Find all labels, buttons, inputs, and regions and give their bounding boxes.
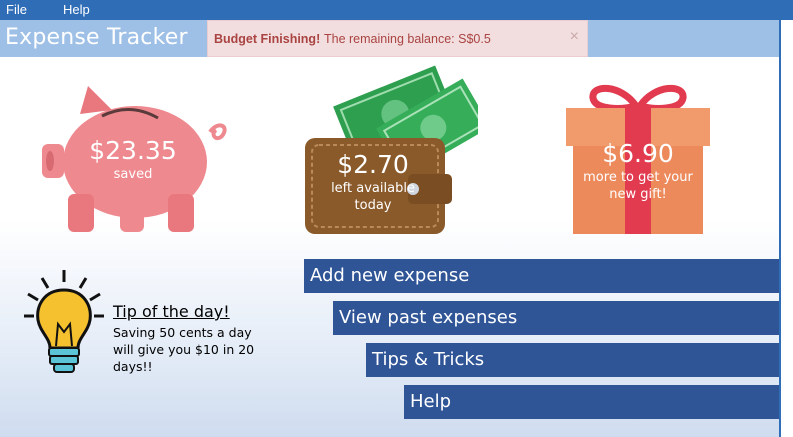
alert-message: The remaining balance: S$0.5 (324, 32, 491, 46)
alert-title: Budget Finishing! (214, 32, 321, 46)
saved-text: $23.35 saved (88, 136, 178, 183)
close-icon[interactable]: × (570, 28, 579, 46)
gift-caption: more to get your new gift! (583, 170, 693, 202)
budget-alert: Budget Finishing! The remaining balance:… (207, 20, 588, 57)
saved-amount: $23.35 (89, 136, 177, 165)
saved-caption: saved (113, 167, 153, 182)
window-edge (779, 20, 793, 437)
gift-amount: $6.90 (602, 139, 674, 168)
tip-text: Saving 50 cents a day will give you $10 … (113, 325, 255, 374)
tips-tricks-button[interactable]: Tips & Tricks (366, 343, 779, 377)
available-amount: $2.70 (337, 150, 409, 179)
app-title: Expense Tracker (5, 25, 188, 50)
saved-stat: $23.35 saved (40, 84, 230, 236)
main-canvas: Expense Tracker Budget Finishing! The re… (0, 20, 779, 437)
view-expenses-button[interactable]: View past expenses (333, 301, 779, 335)
available-text: $2.70 left available today (322, 150, 424, 214)
gift-text: $6.90 more to get your new gift! (573, 139, 703, 203)
tip-title: Tip of the day! (113, 302, 230, 321)
help-button[interactable]: Help (404, 385, 779, 419)
available-caption: left available today (331, 181, 415, 213)
gift-stat: $6.90 more to get your new gift! (563, 80, 713, 238)
menu-bar: File Help (0, 0, 793, 20)
lightbulb-icon (24, 270, 104, 373)
menu-file[interactable]: File (6, 2, 27, 17)
menu-help[interactable]: Help (63, 2, 90, 17)
add-expense-button[interactable]: Add new expense (304, 259, 779, 293)
available-stat: $2.70 left available today (300, 62, 478, 238)
app-window: File Help Expense Tracker Budget Finishi… (0, 0, 793, 437)
